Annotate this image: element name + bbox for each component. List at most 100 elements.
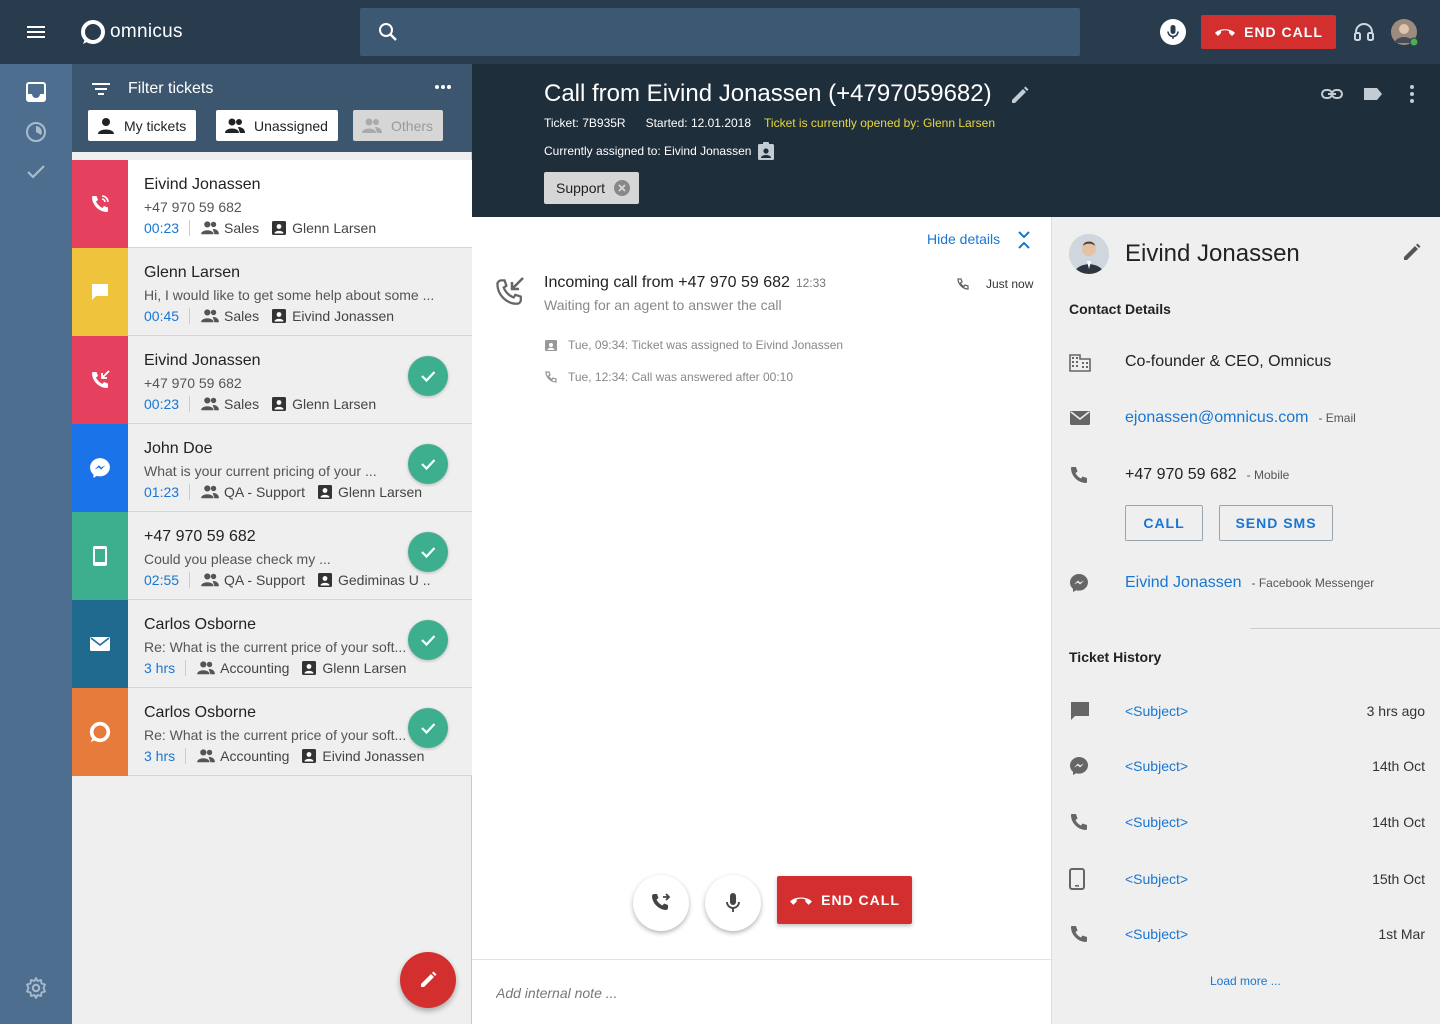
internal-note-input[interactable]	[496, 982, 1016, 1004]
logo-text: omnicus	[110, 21, 183, 42]
filter-title: Filter tickets	[128, 80, 214, 97]
history-item[interactable]: <Subject> 3 hrs ago	[1069, 700, 1425, 722]
ticket-meta: 3 hrs Accounting Glenn Larsen	[144, 659, 406, 677]
contact-email-label: - Email	[1318, 411, 1356, 425]
mark-done-button[interactable]	[408, 708, 448, 748]
microphone-icon	[1167, 25, 1179, 39]
mark-done-button[interactable]	[408, 444, 448, 484]
search-bar[interactable]	[360, 8, 1080, 56]
history-item[interactable]: <Subject> 14th Oct	[1069, 812, 1425, 832]
history-item[interactable]: <Subject> 1st Mar	[1069, 924, 1425, 944]
ticket-item[interactable]: Eivind Jonassen +47 970 59 682 00:23 Sales G…	[72, 160, 472, 248]
group-icon	[196, 660, 216, 676]
inbox-icon[interactable]	[24, 80, 48, 104]
compose-button[interactable]	[400, 952, 456, 1008]
remove-tag-icon[interactable]	[613, 179, 631, 197]
ticket-meta: 00:23 Sales Glenn Larsen	[144, 219, 376, 237]
contact-avatar	[1069, 234, 1109, 274]
search-input[interactable]	[416, 8, 1066, 56]
ticket-item[interactable]: +47 970 59 682 Could you please check my …	[72, 512, 472, 600]
headset-icon[interactable]	[1352, 20, 1376, 44]
ticket-group: Accounting	[196, 748, 289, 764]
mute-button[interactable]	[705, 875, 761, 931]
filter-icon[interactable]	[90, 80, 112, 98]
check-icon[interactable]	[24, 160, 48, 184]
history-subject[interactable]: <Subject>	[1125, 871, 1372, 887]
mark-done-button[interactable]	[408, 356, 448, 396]
load-more-link[interactable]: Load more ...	[1210, 974, 1281, 988]
filter-others[interactable]: Others	[353, 110, 444, 141]
messenger-icon	[89, 457, 111, 479]
ticket-item[interactable]: Eivind Jonassen +47 970 59 682 00:23 Sales G…	[72, 336, 472, 424]
collapse-icon[interactable]	[1017, 230, 1031, 250]
label-icon[interactable]	[1361, 82, 1385, 106]
event-subtitle: Waiting for an agent to answer the call	[544, 297, 782, 313]
more-vert-icon[interactable]	[1400, 82, 1424, 106]
ticket-name: Eivind Jonassen	[144, 176, 261, 193]
contact-phone-row: +47 970 59 682 - Mobile	[1069, 465, 1429, 485]
top-bar: omnicus END CALL	[0, 0, 1440, 64]
tag-label: Support	[556, 180, 606, 196]
group-icon	[200, 484, 220, 500]
filter-unassigned[interactable]: Unassigned	[216, 110, 338, 141]
user-avatar[interactable]	[1391, 19, 1419, 47]
contact-company: Co-founder & CEO, Omnicus	[1125, 353, 1332, 370]
logo[interactable]: omnicus	[80, 18, 183, 46]
email-icon	[1069, 410, 1125, 426]
check-icon	[421, 635, 436, 647]
history-item[interactable]: <Subject> 14th Oct	[1069, 756, 1425, 776]
ticket-opened-by: Ticket is currently opened by: Glenn Lar…	[764, 116, 996, 130]
ticket-item[interactable]: John Doe What is your current pricing of …	[72, 424, 472, 512]
phone-icon	[1069, 924, 1125, 944]
end-call-button-main[interactable]: END CALL	[777, 876, 912, 924]
ticket-list-panel: Filter tickets My tickets Unassigned Oth…	[72, 64, 472, 1024]
ticket-group: Sales	[200, 220, 259, 236]
tag-chip[interactable]: Support	[544, 172, 640, 204]
menu-icon[interactable]	[24, 20, 48, 44]
send-sms-button[interactable]: SEND SMS	[1219, 505, 1333, 541]
history-subject[interactable]: <Subject>	[1125, 814, 1372, 830]
edit-contact-icon[interactable]	[1402, 242, 1422, 262]
more-options-icon[interactable]	[434, 84, 452, 90]
mark-done-button[interactable]	[408, 532, 448, 572]
ticket-item[interactable]: Glenn Larsen Hi, I would like to get some…	[72, 248, 472, 336]
ticket-name: Glenn Larsen	[144, 264, 241, 281]
history-item[interactable]: <Subject> 15th Oct	[1069, 868, 1425, 890]
assignee-icon	[317, 484, 333, 500]
business-icon	[1069, 352, 1125, 372]
edit-title-icon[interactable]	[1010, 85, 1030, 105]
hide-details-link[interactable]: Hide details	[927, 231, 1000, 247]
history-when: 14th Oct	[1372, 758, 1425, 774]
mobile-icon	[1069, 868, 1125, 890]
ticket-group: Sales	[200, 308, 259, 324]
contact-email-row: ejonassen@omnicus.com - Email	[1069, 409, 1429, 427]
contact-messenger-link[interactable]: Eivind Jonassen	[1125, 574, 1242, 592]
history-subject[interactable]: <Subject>	[1125, 926, 1378, 942]
ticket-item[interactable]: Carlos Osborne Re: What is the current pr…	[72, 600, 472, 688]
transfer-call-button[interactable]	[633, 875, 689, 931]
ticket-time: 02:55	[144, 572, 191, 588]
link-icon[interactable]	[1320, 82, 1344, 106]
settings-gear-icon[interactable]	[24, 976, 48, 1000]
mobile-icon	[92, 545, 108, 567]
filter-my-tickets[interactable]: My tickets	[88, 110, 197, 141]
microphone-button[interactable]	[1160, 19, 1186, 45]
event-channel: Just now	[956, 277, 1033, 291]
history-subject[interactable]: <Subject>	[1125, 758, 1372, 774]
history-clock-icon[interactable]	[24, 120, 48, 144]
ticket-preview: Hi, I would like to get some help about …	[144, 287, 435, 303]
history-subject[interactable]: <Subject>	[1125, 703, 1367, 719]
call-button[interactable]: CALL	[1125, 505, 1203, 541]
assignment-ind-icon	[545, 340, 557, 351]
end-call-button[interactable]: END CALL	[1201, 15, 1336, 49]
assignee-icon	[271, 308, 287, 324]
contact-email-link[interactable]: ejonassen@omnicus.com	[1125, 409, 1308, 427]
ticket-meta: 02:55 QA - Support Gediminas U ..	[144, 571, 431, 589]
ticket-time: 00:23	[144, 396, 191, 412]
group-icon	[225, 118, 245, 133]
microphone-icon	[726, 893, 740, 912]
ticket-item[interactable]: Carlos Osborne Re: What is the current pr…	[72, 688, 472, 776]
group-icon	[362, 118, 382, 133]
mark-done-button[interactable]	[408, 620, 448, 660]
messenger-icon	[1069, 756, 1125, 776]
